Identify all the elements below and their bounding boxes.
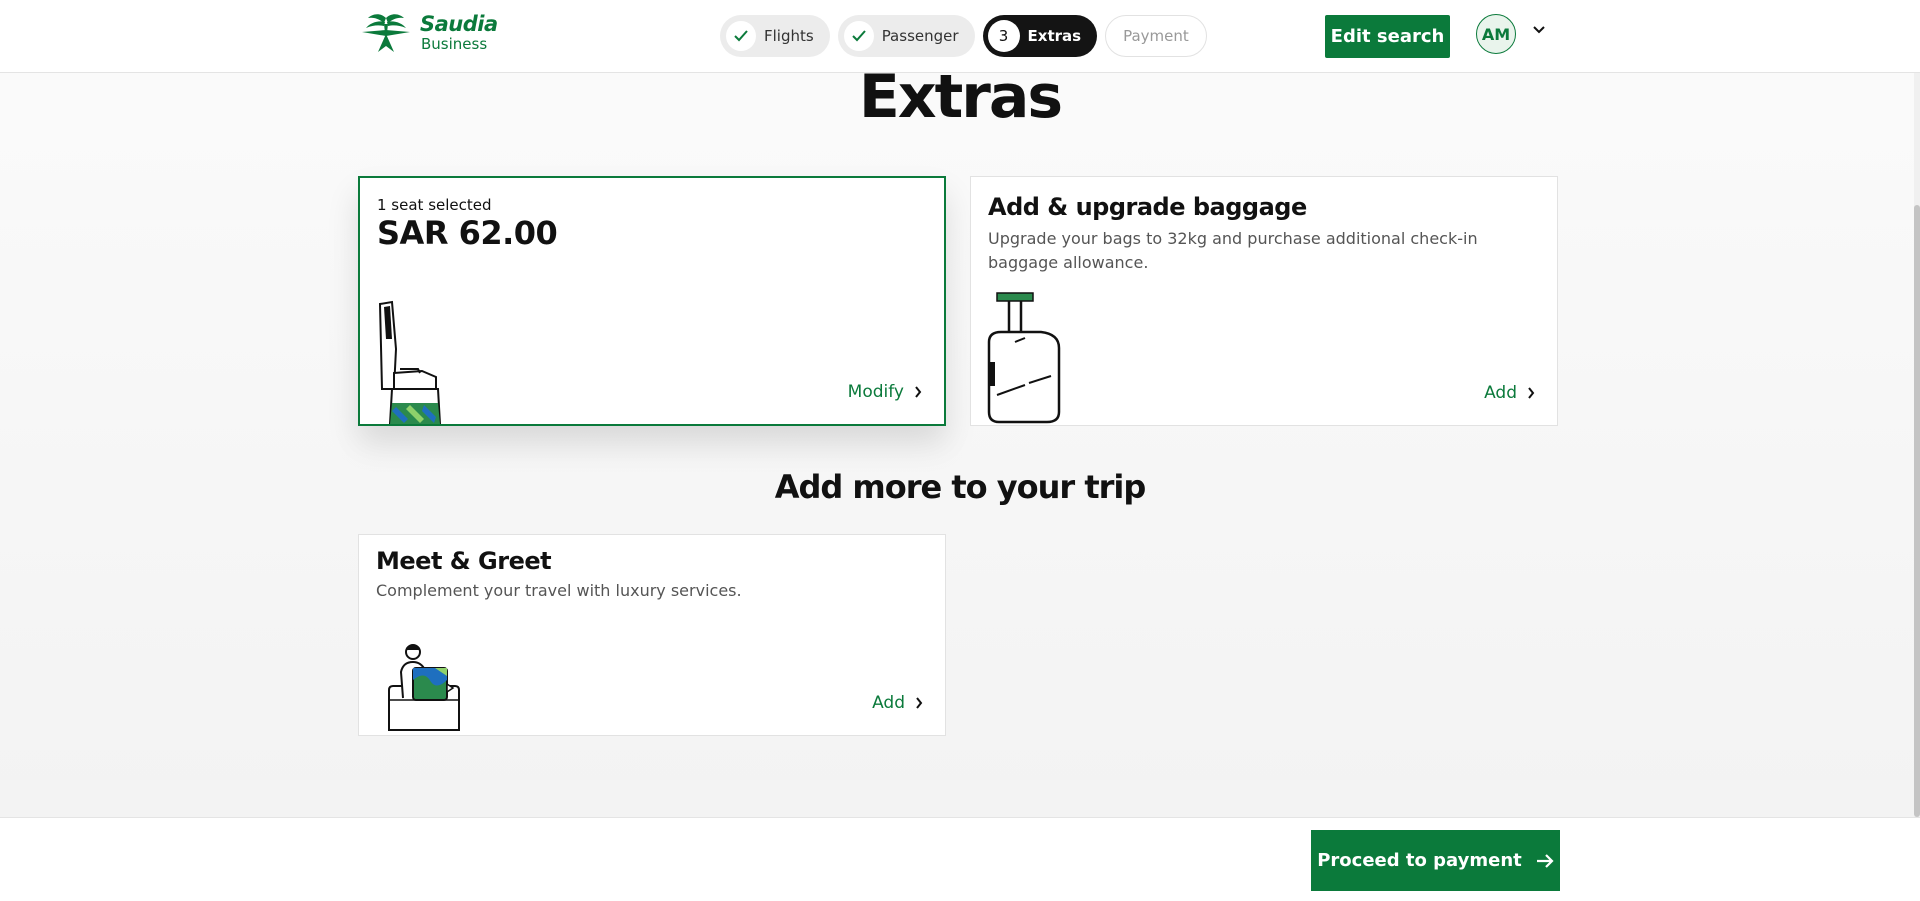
meet-greet-card[interactable]: Meet & Greet Complement your travel with…	[358, 534, 946, 736]
check-icon	[726, 21, 756, 51]
section-title: Add more to your trip	[774, 468, 1147, 506]
check-icon	[843, 21, 874, 51]
seat-card[interactable]: 1 seat selected SAR 62.00 Modify	[358, 176, 946, 426]
step-flights[interactable]: Flights	[720, 15, 830, 57]
step-label: Extras	[1027, 27, 1082, 45]
proceed-to-payment-button[interactable]: Proceed to payment	[1311, 830, 1560, 891]
booking-stepper: Flights Passenger 3 Extras Payment	[720, 15, 1207, 57]
step-label: Payment	[1123, 27, 1189, 45]
proceed-label: Proceed to payment	[1317, 850, 1522, 871]
step-extras[interactable]: 3 Extras	[982, 15, 1098, 57]
top-header: Saudia Business Flights Passenger 3 Extr…	[0, 0, 1920, 73]
add-meet-greet-link[interactable]: Add	[872, 693, 923, 713]
meet-greet-description: Complement your travel with luxury servi…	[376, 581, 742, 600]
saudia-palm-logo-icon	[362, 14, 410, 52]
action-label: Add	[872, 693, 905, 713]
step-payment[interactable]: Payment	[1105, 15, 1207, 57]
avatar[interactable]: AM	[1476, 14, 1516, 54]
step-number: 3	[987, 20, 1020, 52]
baggage-description: Upgrade your bags to 32kg and purchase a…	[988, 229, 1478, 272]
meet-greet-illustration-icon	[388, 644, 460, 731]
arrow-right-icon	[1536, 853, 1554, 868]
action-label: Modify	[847, 382, 904, 402]
edit-search-button[interactable]: Edit search	[1325, 15, 1450, 58]
step-label: Flights	[764, 27, 814, 45]
action-label: Add	[1484, 383, 1517, 403]
chevron-right-icon	[916, 697, 923, 709]
suitcase-illustration-icon	[987, 292, 1061, 424]
seat-illustration-icon	[378, 300, 442, 424]
modify-seat-link[interactable]: Modify	[848, 382, 922, 402]
chevron-right-icon	[1528, 387, 1535, 399]
meet-greet-title: Meet & Greet	[376, 547, 552, 575]
sticky-footer: Proceed to payment	[0, 817, 1920, 901]
scrollbar-thumb[interactable]	[1914, 205, 1920, 817]
logo-sub-text: Business	[421, 35, 488, 53]
add-baggage-link[interactable]: Add	[1484, 383, 1535, 403]
saudia-logo[interactable]: Saudia Business	[358, 12, 498, 54]
seat-price: SAR 62.00	[377, 214, 558, 252]
chevron-down-icon[interactable]	[1532, 25, 1546, 35]
logo-brand-text: Saudia	[420, 12, 498, 36]
baggage-card[interactable]: Add & upgrade baggage Upgrade your bags …	[970, 176, 1558, 426]
step-label: Passenger	[881, 27, 959, 45]
step-passenger[interactable]: Passenger	[837, 15, 975, 57]
seat-count-text: 1 seat selected	[377, 196, 492, 214]
chevron-right-icon	[915, 386, 922, 398]
baggage-title: Add & upgrade baggage	[988, 193, 1307, 221]
